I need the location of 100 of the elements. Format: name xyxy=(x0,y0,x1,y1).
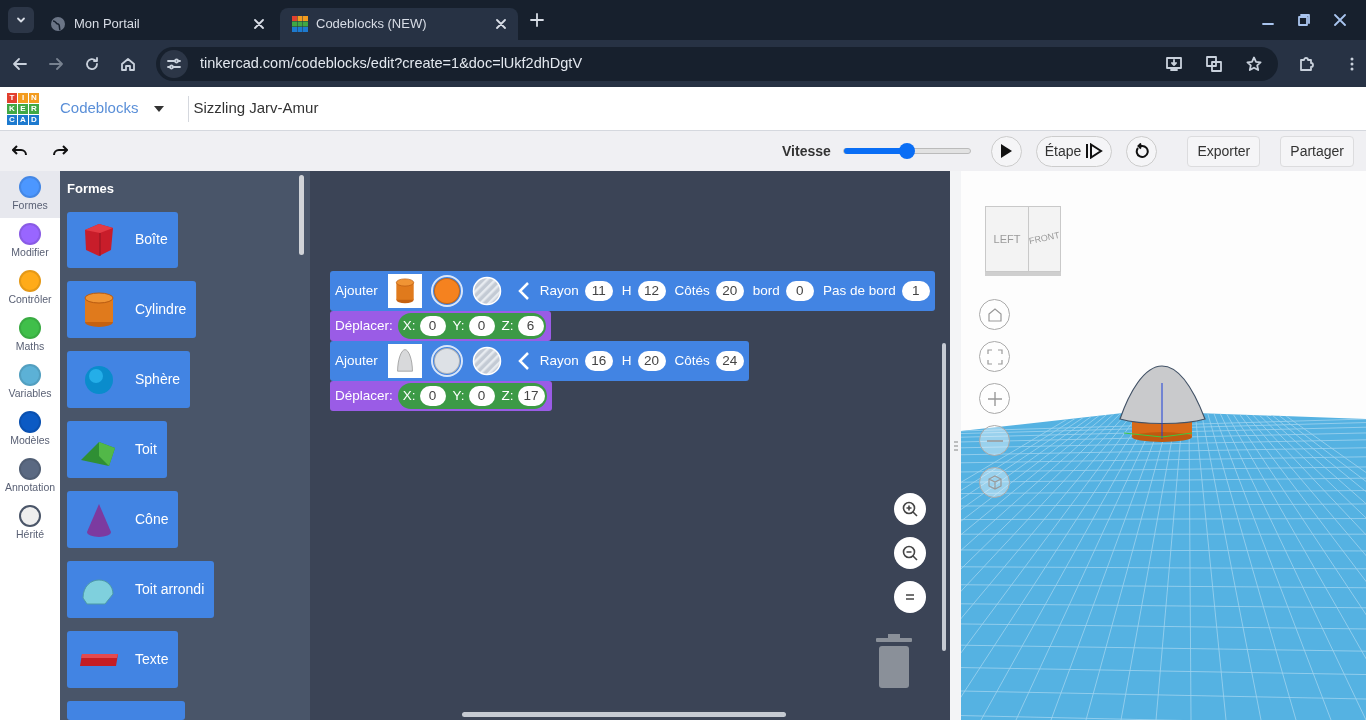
back-arrow-icon[interactable] xyxy=(12,55,28,72)
number-field[interactable]: 0 xyxy=(419,316,446,336)
code-workspace[interactable]: Ajouter Rayon 11 H 12 Côtés 20 bord 0 Pas de bord 1 Déplacer: X: 0 Y: 0 Z: 6 Ajouter Rayon 16 H 20 Côtés 24 Déplacer: X: 0 Y: 0 Z: 17 xyxy=(310,171,950,720)
number-field[interactable]: 20 xyxy=(715,281,744,301)
block-label: Ajouter xyxy=(335,351,378,370)
category-item[interactable]: Maths xyxy=(0,312,60,359)
close-icon[interactable] xyxy=(1334,14,1346,26)
redo-icon[interactable] xyxy=(52,144,68,158)
speed-slider-thumb[interactable] xyxy=(898,143,915,159)
speed-slider[interactable] xyxy=(842,143,971,159)
category-item[interactable]: Modifier xyxy=(0,218,60,265)
site-settings-icon[interactable] xyxy=(167,56,181,71)
add-shape-block[interactable]: Ajouter Rayon 16 H 20 Côtés 24 xyxy=(330,341,749,381)
xyz-block[interactable]: X: 0 Y: 0 Z: 6 xyxy=(397,313,546,339)
palette-scrollbar[interactable] xyxy=(299,175,304,255)
speed-label: Vitesse xyxy=(782,141,831,161)
category-item[interactable]: Variables xyxy=(0,359,60,406)
block-label: Déplacer: xyxy=(335,386,393,405)
number-field[interactable]: 11 xyxy=(584,281,613,301)
number-field[interactable]: 1 xyxy=(901,281,930,301)
home-icon[interactable] xyxy=(120,55,136,72)
number-field[interactable]: 0 xyxy=(468,316,495,336)
chevron-left-icon[interactable] xyxy=(516,351,531,371)
bookmark-star-icon[interactable] xyxy=(1246,55,1262,72)
shape-thumbnail[interactable] xyxy=(387,344,422,378)
palette-block[interactable]: Toit arrondi xyxy=(67,561,215,619)
number-field[interactable]: 6 xyxy=(517,316,544,336)
more-menu-icon[interactable] xyxy=(1350,55,1354,72)
cube-face-label: FRONT xyxy=(1027,229,1062,249)
number-field[interactable]: 12 xyxy=(637,281,666,301)
number-field[interactable]: 20 xyxy=(637,351,666,371)
globe-icon xyxy=(50,16,66,32)
project-name[interactable]: Sizzling Jarv-Amur xyxy=(193,97,319,120)
caret-down-icon xyxy=(154,105,165,112)
number-field[interactable]: 24 xyxy=(715,351,744,371)
zoom-in-icon xyxy=(900,499,920,519)
shape-thumbnail[interactable] xyxy=(387,274,422,308)
axis-label: Z: xyxy=(501,316,514,335)
extensions-icon[interactable] xyxy=(1298,55,1314,72)
axis-label: Z: xyxy=(501,386,514,405)
palette-block[interactable]: Cylindre xyxy=(67,281,197,339)
number-field[interactable]: 17 xyxy=(517,386,545,406)
number-field[interactable]: 0 xyxy=(468,386,495,406)
category-item[interactable]: Hérité xyxy=(0,500,60,547)
browser-tab[interactable]: Mon Portail xyxy=(38,8,276,40)
share-button[interactable]: Partager xyxy=(1280,135,1354,167)
category-label: Hérité xyxy=(16,527,44,541)
tab-title: Codeblocks (NEW) xyxy=(316,15,428,34)
translate-icon[interactable] xyxy=(1206,55,1222,72)
number-field[interactable]: 0 xyxy=(419,386,446,406)
palette-block[interactable]: Sphère xyxy=(67,351,191,409)
browser-tab[interactable]: Codeblocks (NEW) xyxy=(280,8,518,40)
color-swatch[interactable] xyxy=(433,278,460,304)
trash-can-icon[interactable] xyxy=(874,634,914,690)
zoom-button[interactable] xyxy=(894,581,926,613)
category-item[interactable]: Contrôler xyxy=(0,265,60,312)
palette-block[interactable]: Toit xyxy=(67,421,167,479)
splitter-grip-icon[interactable] xyxy=(953,439,958,452)
run-button[interactable] xyxy=(990,135,1022,167)
step-button[interactable]: Étape xyxy=(1035,135,1113,167)
category-item[interactable]: Modèles xyxy=(0,406,60,453)
param-label: Côtés xyxy=(674,281,710,300)
undo-icon[interactable] xyxy=(12,144,28,158)
xyz-block[interactable]: X: 0 Y: 0 Z: 17 xyxy=(397,383,547,409)
close-icon[interactable] xyxy=(496,19,506,29)
palette-block[interactable]: Boîte xyxy=(67,211,178,269)
category-item[interactable]: Formes xyxy=(0,171,60,218)
hole-stripes-icon[interactable] xyxy=(471,346,502,376)
zoom-button[interactable] xyxy=(894,493,926,525)
zoom-button[interactable] xyxy=(894,537,926,569)
close-icon[interactable] xyxy=(254,19,264,29)
category-label: Variables xyxy=(8,386,52,400)
restart-button[interactable] xyxy=(1126,135,1158,167)
chevron-left-icon[interactable] xyxy=(516,281,531,301)
install-app-icon[interactable] xyxy=(1166,55,1182,72)
vertical-scrollbar[interactable] xyxy=(942,343,946,651)
param-label: Pas de bord xyxy=(822,281,896,300)
color-swatch[interactable] xyxy=(433,348,460,374)
export-button[interactable]: Exporter xyxy=(1187,135,1261,167)
axis-label: Y: xyxy=(452,386,465,405)
hole-stripes-icon[interactable] xyxy=(471,276,502,306)
move-block[interactable]: Déplacer: X: 0 Y: 0 Z: 17 xyxy=(330,381,552,411)
address-bar[interactable]: tinkercad.com/codeblocks/edit?create=1&doc=lUkf2dhDgtV xyxy=(156,46,1278,81)
palette-block[interactable]: Cône xyxy=(67,491,179,549)
param-label: H xyxy=(621,281,632,300)
move-block[interactable]: Déplacer: X: 0 Y: 0 Z: 6 xyxy=(330,311,551,341)
category-item[interactable]: Annotation xyxy=(0,453,60,500)
number-field[interactable]: 16 xyxy=(584,351,613,371)
category-label: Modifier xyxy=(11,245,49,259)
block-label: Ajouter xyxy=(335,281,378,300)
add-shape-block[interactable]: Ajouter Rayon 11 H 12 Côtés 20 bord 0 Pas de bord 1 xyxy=(330,271,935,311)
category-label: Maths xyxy=(15,339,45,353)
number-field[interactable]: 0 xyxy=(785,281,814,301)
horizontal-scrollbar[interactable] xyxy=(462,712,786,717)
restore-icon[interactable] xyxy=(1298,14,1310,26)
new-tab-icon[interactable] xyxy=(530,13,544,27)
palette-block[interactable]: Texte xyxy=(67,631,179,689)
tinkercad-logo[interactable]: T I N K E R C A D xyxy=(7,92,39,125)
reload-icon[interactable] xyxy=(84,55,100,72)
param-label: Côtés xyxy=(674,351,710,370)
